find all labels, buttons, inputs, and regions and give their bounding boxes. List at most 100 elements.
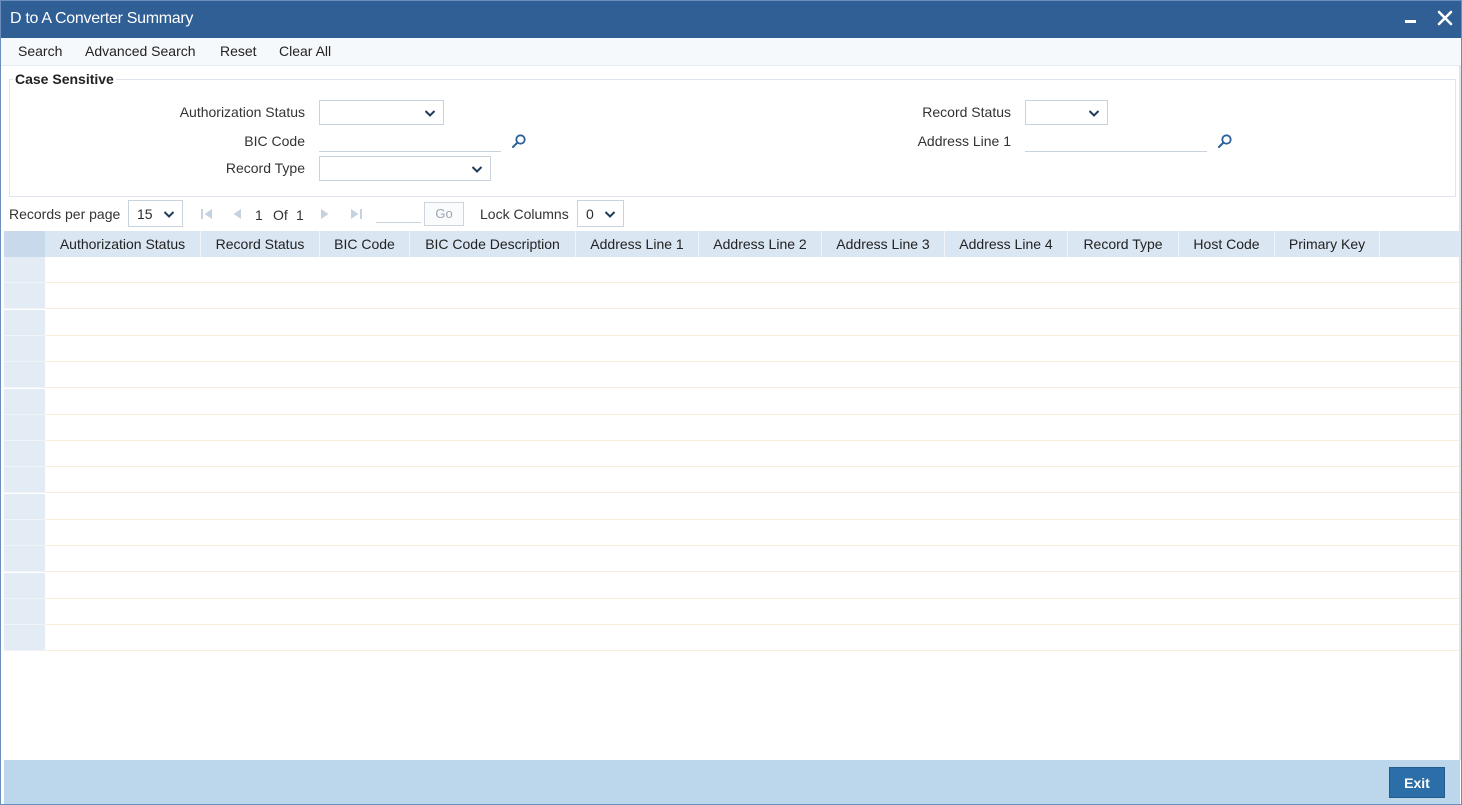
row-selector[interactable] <box>4 546 45 573</box>
table-row[interactable] <box>4 388 1459 416</box>
table-row[interactable] <box>4 546 1459 573</box>
authorization-status-label: Authorization Status <box>179 104 305 120</box>
record-status-select[interactable] <box>1025 100 1108 125</box>
row-selector[interactable] <box>4 493 45 520</box>
row-cells[interactable] <box>45 362 1459 389</box>
column-header-address-line-3[interactable]: Address Line 3 <box>822 231 945 257</box>
lock-columns-select[interactable]: 0 <box>577 200 624 227</box>
clear-all-button[interactable]: Clear All <box>279 43 331 59</box>
row-cells[interactable] <box>45 309 1459 336</box>
table-row[interactable] <box>4 414 1459 442</box>
row-selector[interactable] <box>4 309 45 336</box>
column-header-bic-code-description[interactable]: BIC Code Description <box>410 231 576 257</box>
column-header-address-line-4[interactable]: Address Line 4 <box>945 231 1068 257</box>
bic-code-input[interactable] <box>319 128 501 152</box>
last-page-icon[interactable] <box>349 207 363 221</box>
chevron-down-icon <box>424 110 436 117</box>
row-selector[interactable] <box>4 362 45 389</box>
table-row[interactable] <box>4 493 1459 521</box>
row-selector[interactable] <box>4 388 45 415</box>
results-grid: Authorization Status Record Status BIC C… <box>4 231 1459 655</box>
search-icon[interactable] <box>511 133 527 149</box>
case-sensitive-legend: Case Sensitive <box>13 71 116 87</box>
grid-select-all-cell[interactable] <box>4 231 45 257</box>
reset-button[interactable]: Reset <box>220 43 257 59</box>
row-selector[interactable] <box>4 572 45 599</box>
exit-button[interactable]: Exit <box>1389 767 1445 798</box>
previous-page-icon[interactable] <box>230 207 244 221</box>
column-header-host-code[interactable]: Host Code <box>1179 231 1275 257</box>
column-header-record-type[interactable]: Record Type <box>1068 231 1179 257</box>
authorization-status-select[interactable] <box>319 100 444 125</box>
column-header-address-line-1[interactable]: Address Line 1 <box>576 231 699 257</box>
column-header-authorization-status[interactable]: Authorization Status <box>45 231 201 257</box>
table-row[interactable] <box>4 467 1459 494</box>
row-selector[interactable] <box>4 625 45 652</box>
table-row[interactable] <box>4 335 1459 363</box>
row-selector[interactable] <box>4 441 45 468</box>
search-button[interactable]: Search <box>18 43 62 59</box>
table-row[interactable] <box>4 598 1459 626</box>
grid-header: Authorization Status Record Status BIC C… <box>4 231 1459 257</box>
row-cells[interactable] <box>45 441 1459 468</box>
page-number-input[interactable] <box>376 205 421 223</box>
table-row[interactable] <box>4 441 1459 468</box>
row-cells[interactable] <box>45 625 1459 652</box>
table-row[interactable] <box>4 283 1459 310</box>
row-cells[interactable] <box>45 414 1459 441</box>
row-cells[interactable] <box>45 257 1459 283</box>
table-row[interactable] <box>4 520 1459 547</box>
chevron-down-icon <box>163 211 175 218</box>
record-type-label: Record Type <box>225 160 305 176</box>
bic-code-label: BIC Code <box>244 133 305 149</box>
row-selector[interactable] <box>4 414 45 441</box>
close-icon[interactable] <box>1437 9 1453 27</box>
row-cells[interactable] <box>45 598 1459 625</box>
row-selector[interactable] <box>4 520 45 546</box>
column-header-address-line-2[interactable]: Address Line 2 <box>699 231 822 257</box>
scroll-edge <box>1459 66 1461 760</box>
row-selector[interactable] <box>4 467 45 494</box>
minimize-icon[interactable] <box>1404 11 1418 27</box>
address-line-1-input[interactable] <box>1025 128 1207 152</box>
records-per-page-label: Records per page <box>9 206 121 222</box>
column-header-primary-key[interactable]: Primary Key <box>1275 231 1380 257</box>
column-header-record-status[interactable]: Record Status <box>201 231 320 257</box>
of-label: Of <box>273 207 288 223</box>
row-selector[interactable] <box>4 598 45 625</box>
table-row[interactable] <box>4 309 1459 337</box>
records-per-page-value: 15 <box>137 206 153 222</box>
table-row[interactable] <box>4 362 1459 389</box>
row-selector[interactable] <box>4 283 45 310</box>
row-cells[interactable] <box>45 546 1459 573</box>
row-cells[interactable] <box>45 493 1459 520</box>
row-selector[interactable] <box>4 257 45 283</box>
next-page-icon[interactable] <box>318 207 332 221</box>
table-row[interactable] <box>4 257 1459 284</box>
first-page-icon[interactable] <box>200 207 214 221</box>
row-cells[interactable] <box>45 283 1459 310</box>
address-line-1-label: Address Line 1 <box>917 133 1011 149</box>
pagination-bar: Records per page 15 1 Of 1 Go Lock Colum… <box>1 198 1461 230</box>
record-status-label: Record Status <box>922 104 1011 120</box>
row-cells[interactable] <box>45 388 1459 415</box>
table-row[interactable] <box>4 625 1459 652</box>
column-header-bic-code[interactable]: BIC Code <box>320 231 410 257</box>
summary-window: D to A Converter Summary Search Advanced… <box>0 0 1462 805</box>
current-page: 1 <box>255 207 263 223</box>
advanced-search-button[interactable]: Advanced Search <box>85 43 196 59</box>
search-icon[interactable] <box>1217 133 1233 149</box>
go-button[interactable]: Go <box>424 202 464 226</box>
record-type-select[interactable] <box>319 156 491 181</box>
row-cells[interactable] <box>45 335 1459 362</box>
row-cells[interactable] <box>45 467 1459 494</box>
table-row[interactable] <box>4 572 1459 600</box>
row-cells[interactable] <box>45 520 1459 546</box>
chevron-down-icon <box>471 166 483 173</box>
row-selector[interactable] <box>4 335 45 362</box>
records-per-page-select[interactable]: 15 <box>128 200 183 227</box>
lock-columns-label: Lock Columns <box>480 206 569 222</box>
total-pages: 1 <box>296 207 304 223</box>
row-cells[interactable] <box>45 572 1459 599</box>
toolbar: Search Advanced Search Reset Clear All <box>1 38 1461 66</box>
